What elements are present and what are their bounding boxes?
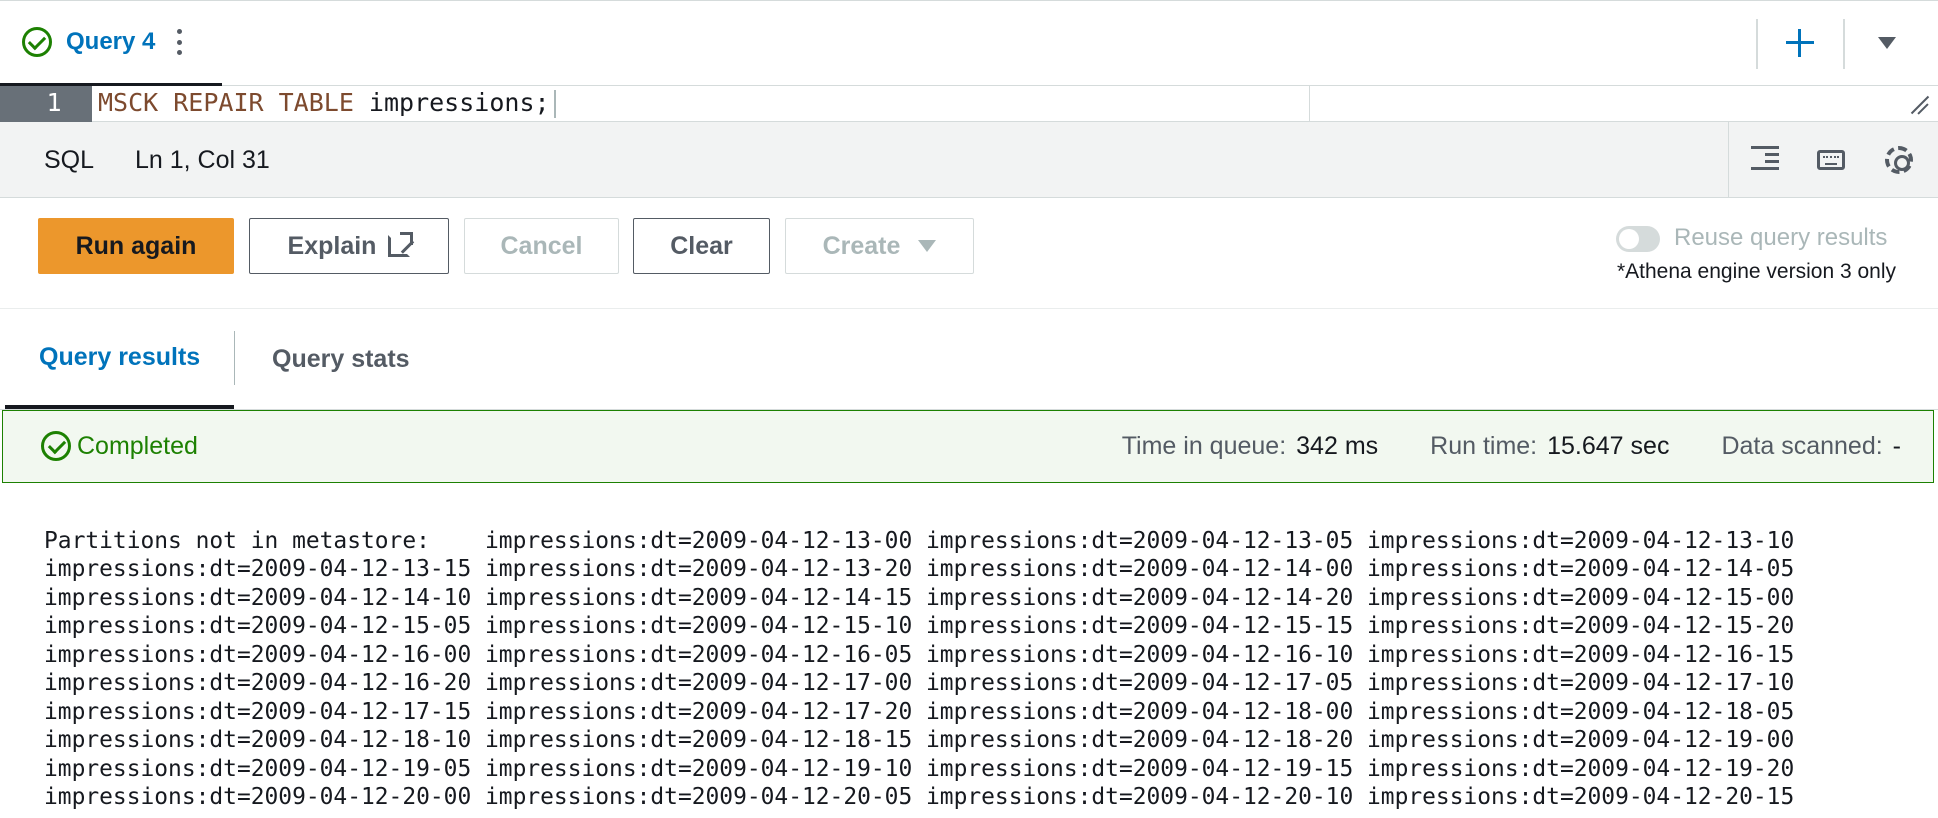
reuse-results-toggle[interactable] (1616, 226, 1660, 252)
engine-version-note: *Athena engine version 3 only (1616, 260, 1896, 283)
tab-query-stats[interactable]: Query stats (272, 309, 410, 409)
query-output: Partitions not in metastore: impressions… (0, 484, 1938, 818)
completion-status: Completed (77, 432, 198, 460)
success-check-icon (22, 27, 52, 57)
output-line: impressions:dt=2009-04-12-20-00 impressi… (44, 784, 1795, 810)
external-link-icon (388, 232, 414, 257)
query-statistics: Time in queue: 342 ms Run time: 15.647 sec… (1070, 432, 1901, 461)
completion-banner: Completed Time in queue: 342 ms Run time:… (2, 410, 1934, 483)
tab-options-icon[interactable] (173, 29, 185, 55)
query-actions: Run again Explain Cancel Clear Create Re… (0, 198, 1938, 309)
format-indent-icon[interactable] (1729, 140, 1797, 180)
output-line: impressions:dt=2009-04-12-16-00 impressi… (44, 642, 1795, 668)
clear-button[interactable]: Clear (633, 218, 770, 274)
line-number: 1 (0, 86, 92, 122)
caret-down-icon (918, 240, 937, 252)
output-line: impressions:dt=2009-04-12-16-20 impressi… (44, 670, 1795, 696)
create-button[interactable]: Create (785, 218, 974, 274)
explain-label: Explain (287, 231, 377, 260)
output-line: impressions:dt=2009-04-12-19-05 impressi… (44, 756, 1795, 782)
editor-status-bar: SQL Ln 1, Col 31 (0, 122, 1938, 198)
query-tab-bar: Query 4 (0, 0, 1938, 86)
cursor-position: Ln 1, Col 31 (135, 146, 270, 174)
divider (1843, 19, 1845, 69)
editor-tools (1728, 122, 1933, 198)
divider (234, 331, 235, 385)
output-line: impressions:dt=2009-04-12-17-15 impressi… (44, 699, 1795, 725)
data-scanned: Data scanned: - (1721, 432, 1901, 460)
resize-handle-icon[interactable] (1906, 94, 1928, 116)
explain-button[interactable]: Explain (249, 218, 449, 274)
cancel-button[interactable]: Cancel (464, 218, 619, 274)
print-margin-guide (1309, 86, 1310, 122)
output-line: impressions:dt=2009-04-12-14-10 impressi… (44, 585, 1795, 611)
sql-keywords: MSCK REPAIR TABLE (98, 88, 354, 117)
divider (1756, 19, 1758, 69)
tab-query-4[interactable]: Query 4 (0, 1, 222, 86)
output-line: Partitions not in metastore: impressions… (44, 528, 1795, 554)
language-mode: SQL (44, 146, 95, 174)
tab-list-dropdown-icon[interactable] (1872, 29, 1902, 59)
tab-label: Query 4 (66, 28, 156, 55)
query-editor[interactable]: 1 MSCK REPAIR TABLE impressions; (0, 86, 1938, 122)
gear-icon[interactable] (1865, 140, 1933, 180)
create-label: Create (822, 231, 901, 260)
time-in-queue: Time in queue: 342 ms (1121, 432, 1379, 460)
keyboard-shortcuts-icon[interactable] (1797, 140, 1865, 180)
results-tabs: Query results Query stats (0, 309, 1938, 410)
completed-check-icon (41, 431, 71, 461)
tab-query-results[interactable]: Query results (5, 309, 234, 409)
reuse-results-label: Reuse query results (1674, 224, 1888, 251)
add-tab-plus-icon[interactable] (1780, 23, 1820, 63)
run-time: Run time: 15.647 sec (1430, 432, 1670, 460)
sql-table-name: impressions; (353, 88, 550, 117)
text-cursor (554, 90, 556, 118)
output-line: impressions:dt=2009-04-12-13-15 impressi… (44, 556, 1795, 582)
output-line: impressions:dt=2009-04-12-15-05 impressi… (44, 613, 1795, 639)
run-again-button[interactable]: Run again (38, 218, 234, 274)
code-line[interactable]: MSCK REPAIR TABLE impressions; (98, 86, 550, 122)
output-line: impressions:dt=2009-04-12-18-10 impressi… (44, 727, 1795, 753)
